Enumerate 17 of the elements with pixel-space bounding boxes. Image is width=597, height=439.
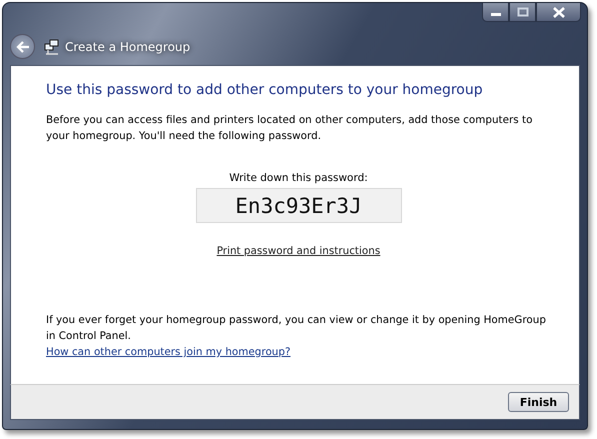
- maximize-button[interactable]: [509, 3, 536, 22]
- close-icon: [552, 6, 566, 18]
- close-button[interactable]: [536, 3, 581, 22]
- forget-note: If you ever forget your homegroup password, you can view or change it by opening HomeGroup in Control Panel.: [46, 313, 547, 344]
- back-button[interactable]: [10, 34, 35, 59]
- password-label: Write down this password:: [229, 172, 368, 184]
- print-link[interactable]: Print password and instructions: [216, 245, 380, 257]
- intro-text: Before you can access files and printers located on other computers, add those computers to your homegroup. You'll need the following password.: [46, 113, 534, 144]
- minimize-button[interactable]: [482, 3, 509, 22]
- back-arrow-icon: [16, 40, 30, 52]
- heading: Use this password to add other computers to your homegroup: [46, 82, 484, 98]
- password-display: En3c93Er3J: [196, 188, 402, 223]
- window-title: Create a Homegroup: [65, 40, 190, 54]
- finish-button[interactable]: Finish: [508, 392, 569, 412]
- help-link[interactable]: How can other computers join my homegroup?: [46, 346, 290, 358]
- network-icon: [44, 38, 60, 54]
- maximize-icon: [516, 7, 530, 17]
